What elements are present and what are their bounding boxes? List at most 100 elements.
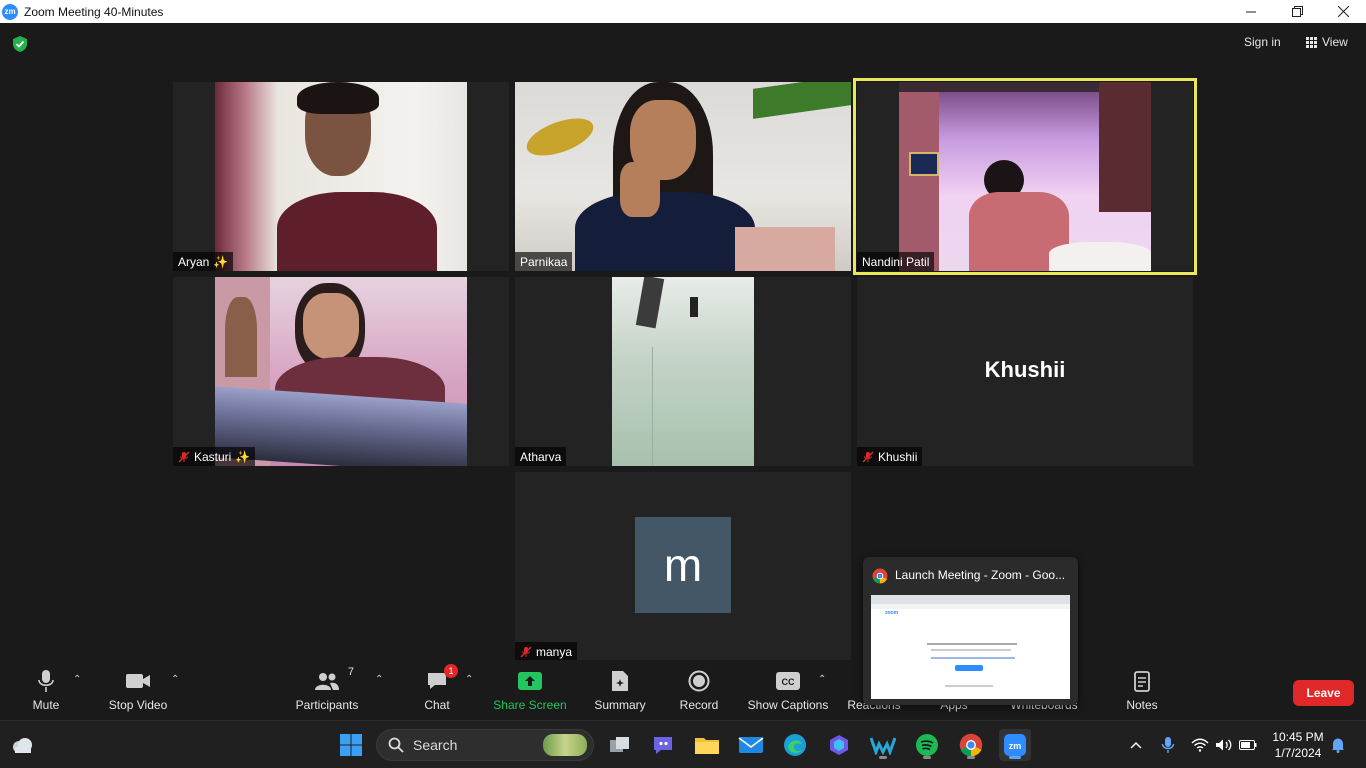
windows-logo-icon <box>340 734 362 756</box>
window-title: Zoom Meeting 40-Minutes <box>24 4 164 19</box>
participants-options-chevron-icon[interactable]: ⌃ <box>375 674 383 685</box>
chrome-icon <box>872 568 888 584</box>
audio-options-chevron-icon[interactable]: ⌃ <box>73 674 81 685</box>
participant-name-tag: Khushii <box>857 447 923 466</box>
copilot-icon[interactable] <box>823 729 855 761</box>
mute-button[interactable]: Mute <box>26 660 66 720</box>
stop-video-label: Stop Video <box>108 698 168 712</box>
participant-name-tag: Aryan ✨ <box>173 252 234 271</box>
muted-mic-icon <box>178 451 190 462</box>
notification-bell-icon[interactable] <box>1326 729 1350 761</box>
spotify-icon[interactable] <box>911 729 943 761</box>
microphone-tray-icon[interactable] <box>1156 729 1180 761</box>
unread-badge: 1 <box>444 664 458 678</box>
avatar: m <box>635 517 731 613</box>
taskbar-preview-popup[interactable]: Launch Meeting - Zoom - Goo... zoom <box>863 557 1078 705</box>
record-icon <box>688 670 710 692</box>
sparkle-icon: ✨ <box>235 449 251 464</box>
minimize-button[interactable] <box>1228 0 1274 23</box>
captions-options-chevron-icon[interactable]: ⌃ <box>818 674 826 685</box>
notes-button[interactable]: Notes <box>1122 660 1162 720</box>
mail-icon[interactable] <box>735 729 767 761</box>
participant-name: Kasturi <box>194 449 232 464</box>
teams-meet-icon[interactable] <box>647 729 679 761</box>
running-indicator <box>967 756 975 759</box>
participant-name: Aryan <box>178 254 210 269</box>
restore-button[interactable] <box>1274 0 1320 23</box>
system-clock[interactable]: 10:45 PM 1/7/2024 <box>1268 729 1328 761</box>
taskbar-search[interactable]: Search <box>376 729 594 761</box>
window-thumbnail: zoom <box>871 595 1070 699</box>
sign-in-button[interactable]: Sign in <box>1236 33 1289 51</box>
video-tile-nandini-patil[interactable]: Nandini Patil <box>857 82 1193 271</box>
webex-icon[interactable] <box>867 729 899 761</box>
edge-browser-icon[interactable] <box>779 729 811 761</box>
windows-taskbar: Search zm 10:45 PM 1/7/2024 <box>0 720 1366 768</box>
search-placeholder: Search <box>413 737 458 753</box>
stop-video-button[interactable]: Stop Video <box>104 660 172 720</box>
search-icon <box>388 737 404 753</box>
show-hidden-icons-chevron-icon[interactable] <box>1124 729 1148 761</box>
chrome-taskbar-icon[interactable] <box>955 729 987 761</box>
weather-icon[interactable] <box>6 729 38 761</box>
window-controls <box>1228 0 1366 23</box>
share-screen-label: Share Screen <box>493 698 567 712</box>
closed-captions-icon: CC <box>776 672 800 690</box>
notes-icon <box>1134 671 1150 692</box>
record-button[interactable]: Record <box>677 660 721 720</box>
summary-button[interactable]: Summary <box>592 660 648 720</box>
wifi-icon[interactable] <box>1188 729 1212 761</box>
chat-button[interactable]: 1 Chat <box>417 660 458 720</box>
start-button[interactable] <box>335 729 367 761</box>
grid-view-icon <box>1306 36 1317 48</box>
view-button[interactable]: View <box>1300 33 1354 51</box>
search-highlight-image <box>543 734 587 756</box>
participants-button[interactable]: 7 Participants <box>294 660 360 720</box>
participants-label: Participants <box>295 698 359 712</box>
running-indicator <box>879 756 887 759</box>
participant-name-tag: Kasturi ✨ <box>173 447 256 466</box>
leave-button[interactable]: Leave <box>1293 680 1354 706</box>
summary-label: Summary <box>594 698 646 712</box>
participant-display-name: Khushii <box>984 357 1066 382</box>
show-captions-button[interactable]: CC Show Captions <box>746 660 830 720</box>
battery-icon[interactable] <box>1236 729 1260 761</box>
meeting-toolbar: Mute ⌃ Stop Video ⌃ 7 Participants ⌃ 1 C… <box>0 660 1366 720</box>
participants-icon <box>315 673 339 690</box>
task-view-icon[interactable] <box>604 729 636 761</box>
notes-label: Notes <box>1126 698 1158 712</box>
video-tile-atharva[interactable]: Atharva <box>515 277 851 466</box>
title-bar: zm Zoom Meeting 40-Minutes <box>0 0 1366 23</box>
video-tile-manya[interactable]: m manya <box>515 472 851 661</box>
video-tile-parnikaa[interactable]: Parnikaa <box>515 82 851 271</box>
participant-name-tag: Atharva <box>515 447 567 466</box>
share-screen-button[interactable]: Share Screen <box>493 660 567 720</box>
video-feed <box>899 82 1151 271</box>
video-camera-icon <box>126 674 150 688</box>
security-shield-icon[interactable] <box>11 35 29 53</box>
video-tile-kasturi[interactable]: Kasturi ✨ <box>173 277 509 466</box>
restore-icon <box>1291 6 1303 17</box>
chat-options-chevron-icon[interactable]: ⌃ <box>465 674 473 685</box>
participant-name: Khushii <box>878 449 918 464</box>
show-captions-label: Show Captions <box>747 698 829 712</box>
running-indicator <box>1009 756 1021 759</box>
participant-name: manya <box>536 644 573 659</box>
close-button[interactable] <box>1320 0 1366 23</box>
video-tile-khushii[interactable]: Khushii Khushii <box>857 277 1193 466</box>
popup-title: Launch Meeting - Zoom - Goo... <box>895 568 1066 582</box>
video-options-chevron-icon[interactable]: ⌃ <box>171 674 179 685</box>
participant-count: 7 <box>347 666 354 678</box>
running-indicator <box>923 756 931 759</box>
video-tile-aryan[interactable]: Aryan ✨ <box>173 82 509 271</box>
zoom-taskbar-icon[interactable]: zm <box>999 729 1031 761</box>
view-label: View <box>1322 35 1348 49</box>
minimize-icon <box>1246 11 1256 12</box>
file-explorer-icon[interactable] <box>691 729 723 761</box>
close-icon <box>1337 6 1349 17</box>
muted-mic-icon <box>520 646 532 657</box>
participant-name-tag: manya <box>515 642 578 661</box>
svg-text:zm: zm <box>1009 741 1022 751</box>
participant-name-tag: Parnikaa <box>515 252 573 271</box>
volume-icon[interactable] <box>1212 729 1236 761</box>
